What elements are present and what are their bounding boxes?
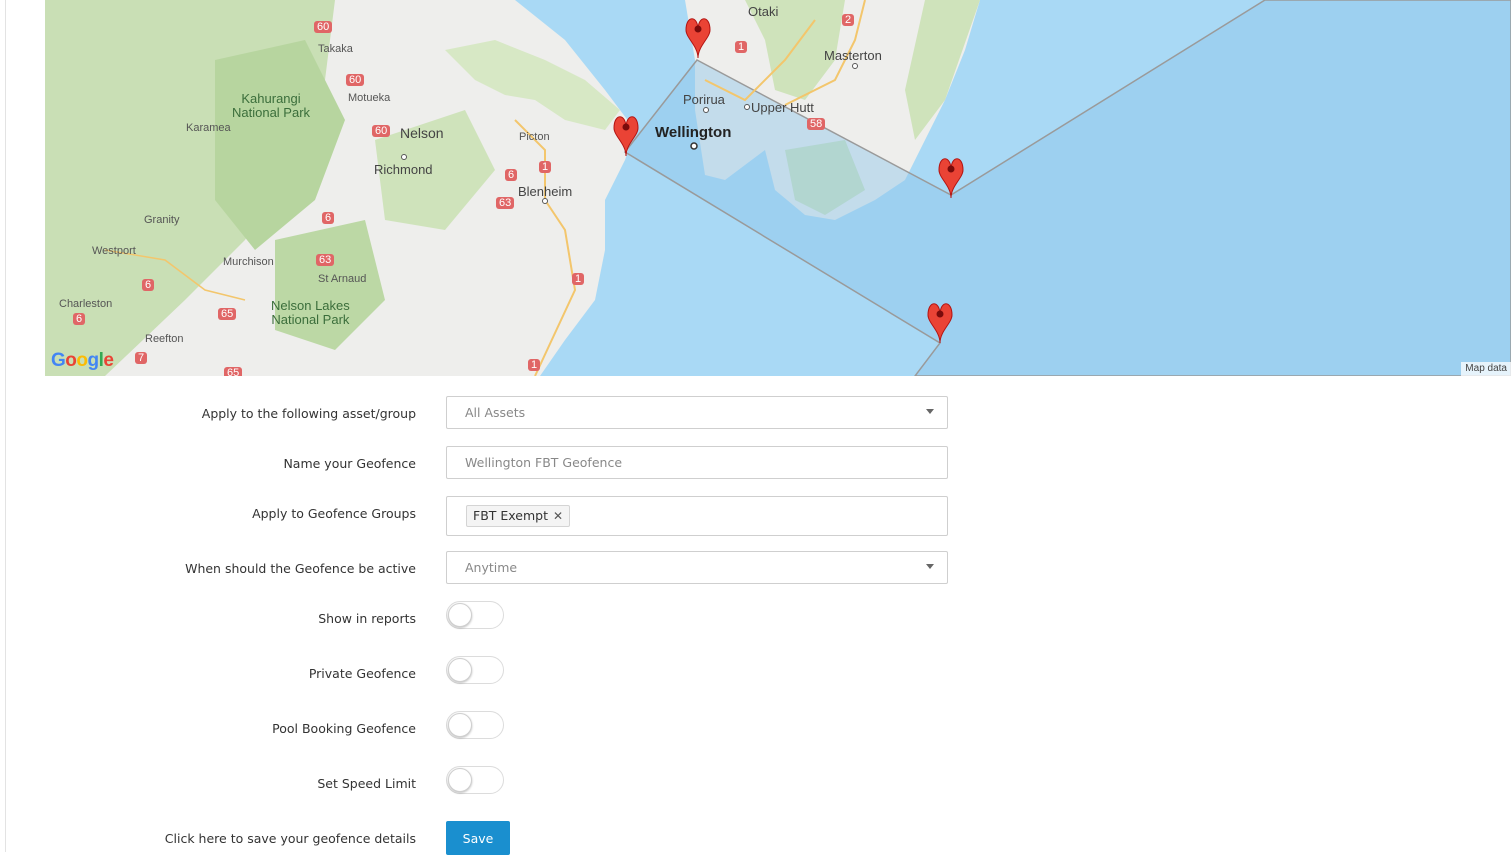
pool-booking-toggle[interactable] [446, 711, 504, 739]
active-time-value: Anytime [465, 560, 518, 575]
road-shield: 6 [505, 169, 518, 181]
show-in-reports-toggle[interactable] [446, 601, 504, 629]
pool-label: Pool Booking Geofence [272, 721, 416, 736]
map-attribution[interactable]: Map data [1461, 362, 1511, 376]
road-shield: 60 [314, 21, 333, 33]
toggle-knob [448, 713, 472, 737]
road-shield: 63 [496, 197, 515, 209]
place-label-motueka: Motueka [348, 92, 391, 104]
toggle-knob [448, 658, 472, 682]
upper-hutt-dot [744, 104, 750, 110]
private-geofence-toggle[interactable] [446, 656, 504, 684]
geofence-groups-multiselect[interactable]: FBT Exempt ✕ [446, 496, 948, 536]
place-label-upper-hutt: Upper Hutt [751, 100, 814, 115]
private-label: Private Geofence [308, 666, 416, 681]
active-time-select[interactable]: Anytime [446, 551, 948, 584]
left-rail [0, 0, 6, 852]
porirua-dot [703, 107, 709, 113]
save-button[interactable]: Save [446, 821, 510, 855]
place-label-richmond: Richmond [374, 162, 433, 177]
place-label-st-arnaud: St Arnaud [318, 273, 367, 285]
toggle-knob [448, 603, 472, 627]
road-shield: 7 [135, 352, 148, 364]
google-logo: Google [51, 350, 114, 371]
place-label-porirua: Porirua [683, 92, 725, 107]
save-hint-label: Click here to save your geofence details [164, 831, 416, 846]
nelson-dot [401, 154, 407, 160]
chevron-down-icon [926, 564, 934, 569]
place-label-wellington: Wellington [655, 124, 732, 141]
place-label-murchison: Murchison [223, 256, 274, 268]
road-shield: 65 [224, 367, 243, 376]
road-shield: 65 [218, 308, 237, 320]
close-icon[interactable]: ✕ [553, 509, 563, 523]
show-reports-label: Show in reports [318, 611, 416, 626]
road-shield: 1 [735, 41, 748, 53]
groups-label: Apply to Geofence Groups [252, 506, 416, 521]
road-shield: 1 [539, 161, 552, 173]
geofence-name-input[interactable]: Wellington FBT Geofence [446, 446, 948, 479]
place-label-granity: Granity [144, 214, 180, 226]
chevron-down-icon [926, 409, 934, 414]
toggle-knob [448, 768, 472, 792]
place-label-westport: Westport [92, 245, 136, 257]
place-label-karamea: Karamea [186, 122, 231, 134]
place-label-charleston: Charleston [59, 298, 113, 310]
place-label-kahurangi: Kahurangi National Park [232, 91, 311, 120]
active-label: When should the Geofence be active [185, 561, 416, 576]
road-shield: 2 [842, 14, 855, 26]
group-tag-label: FBT Exempt [473, 508, 548, 523]
asset-select-value: All Assets [465, 405, 526, 420]
place-label-takaka: Takaka [318, 43, 353, 55]
road-shield: 6 [73, 313, 86, 325]
place-label-masterton: Masterton [824, 48, 882, 63]
wellington-dot [690, 142, 698, 150]
road-shield: 60 [372, 125, 391, 137]
group-tag: FBT Exempt ✕ [466, 505, 571, 527]
speed-label: Set Speed Limit [317, 776, 416, 791]
road-shield: 58 [807, 118, 826, 130]
masterton-dot [852, 63, 858, 69]
place-label-otaki: Otaki [748, 4, 779, 19]
geofence-name-placeholder: Wellington FBT Geofence [465, 455, 623, 470]
map-view[interactable]: 60 60 60 2 1 58 1 6 63 6 63 1 6 6 65 7 6… [45, 0, 1511, 376]
place-label-blenheim: Blenheim [518, 184, 573, 199]
asset-label: Apply to the following asset/group [201, 406, 416, 421]
name-label: Name your Geofence [283, 456, 416, 471]
asset-select[interactable]: All Assets [446, 396, 948, 429]
blenheim-dot [542, 198, 548, 204]
road-shield: 60 [346, 74, 365, 86]
place-label-reefton: Reefton [145, 333, 184, 345]
map-canvas[interactable] [45, 0, 1511, 376]
road-shield: 6 [142, 279, 155, 291]
road-shield: 1 [572, 273, 585, 285]
road-shield: 6 [322, 212, 335, 224]
speed-limit-toggle[interactable] [446, 766, 504, 794]
road-shield: 63 [316, 254, 335, 266]
place-label-picton: Picton [519, 131, 550, 143]
road-shield: 1 [528, 359, 541, 371]
place-label-nelson: Nelson [400, 125, 444, 141]
place-label-nelson-lakes: Nelson Lakes National Park [271, 298, 350, 327]
